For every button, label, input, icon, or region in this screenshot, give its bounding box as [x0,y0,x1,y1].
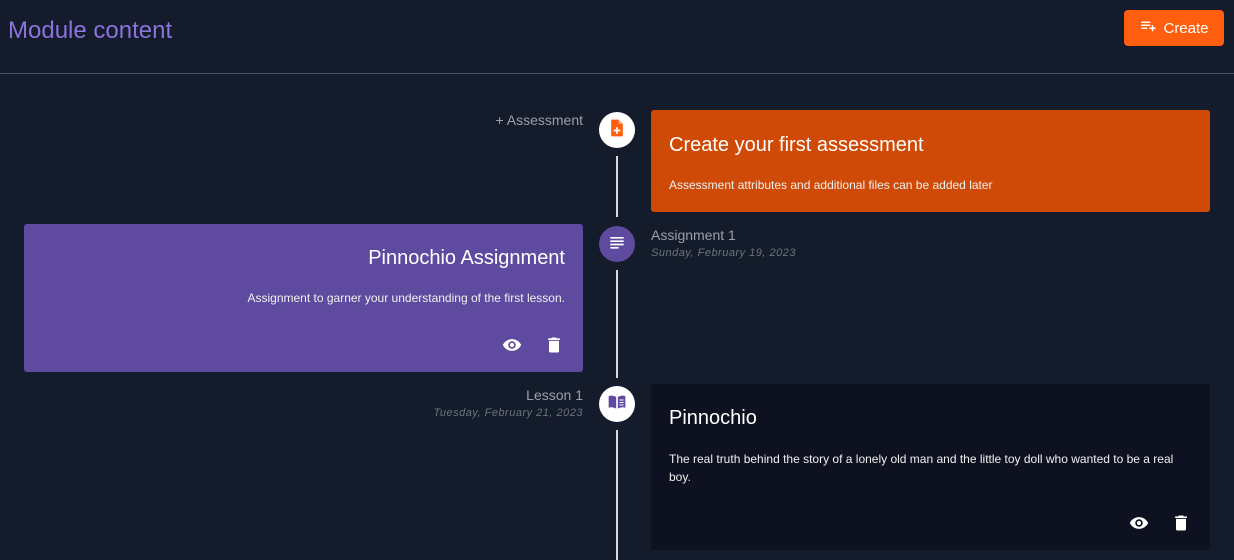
card-description: Assessment attributes and additional fil… [669,178,993,192]
assignment-card[interactable]: Pinnochio Assignment Assignment to garne… [24,224,583,372]
assignment-label: Assignment 1 [651,227,736,243]
assignment-date: Sunday, February 19, 2023 [651,247,796,259]
file-add-icon [607,118,627,143]
delete-button[interactable] [544,337,564,357]
list-icon [607,232,627,257]
timeline-node-assessment [599,112,635,148]
view-button[interactable] [502,337,522,357]
card-description: The real truth behind the story of a lon… [669,452,1174,484]
eye-icon [502,335,522,360]
eye-icon [1129,513,1149,538]
create-button[interactable]: Create [1124,10,1224,46]
timeline-line [616,156,618,217]
delete-button[interactable] [1171,515,1191,535]
card-title: Pinnochio [669,407,757,429]
book-icon [607,392,627,417]
timeline-line [616,270,618,378]
trash-icon [1171,513,1191,538]
card-description: Assignment to garner your understanding … [247,291,565,305]
trash-icon [544,335,564,360]
lesson-date: Tuesday, February 21, 2023 [433,407,583,419]
page-title: Module content [8,17,173,44]
timeline-node-lesson [599,386,635,422]
timeline-node-assignment [599,226,635,262]
header: Module content Create [0,0,1234,74]
create-button-label: Create [1163,19,1209,37]
lesson-label: Lesson 1 [526,387,583,403]
create-assessment-card[interactable]: Create your first assessment Assessment … [651,110,1210,212]
assessment-add-label[interactable]: + Assessment [495,112,583,128]
view-button[interactable] [1129,515,1149,535]
card-title: Create your first assessment [669,134,924,156]
timeline-line [616,430,618,560]
playlist-add-icon [1139,17,1157,39]
card-title: Pinnochio Assignment [368,247,565,269]
lesson-card[interactable]: Pinnochio The real truth behind the stor… [651,384,1210,550]
